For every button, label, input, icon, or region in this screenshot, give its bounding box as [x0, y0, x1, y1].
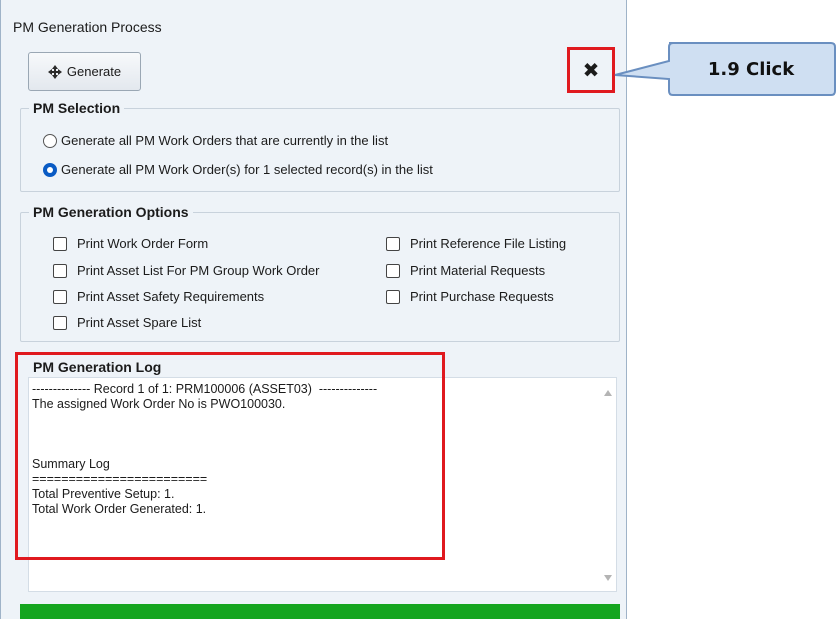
callout-annotation: 1.9 Click: [597, 41, 837, 97]
checkbox[interactable]: [386, 263, 400, 278]
checkbox-print-purchase-requests[interactable]: Print Purchase Requests: [386, 289, 554, 304]
radio-generate-selected-records[interactable]: Generate all PM Work Order(s) for 1 sele…: [43, 162, 433, 177]
checkbox[interactable]: [53, 289, 67, 304]
checkbox-label: Print Asset Safety Requirements: [77, 289, 265, 304]
pm-selection-title: PM Selection: [29, 100, 125, 116]
scroll-up-icon[interactable]: [604, 390, 612, 396]
checkbox-label: Print Material Requests: [410, 263, 546, 278]
checkbox-print-work-order-form[interactable]: Print Work Order Form: [53, 236, 208, 251]
checkbox-label: Print Reference File Listing: [410, 236, 567, 251]
checkbox[interactable]: [53, 236, 67, 251]
pm-generation-dialog: PM Generation Process Generate ✖ PM Sele…: [0, 0, 627, 619]
checkbox[interactable]: [53, 315, 67, 330]
callout-text: 1.9 Click: [707, 58, 795, 80]
log-highlight-annotation: [15, 352, 445, 560]
checkbox-label: Print Asset List For PM Group Work Order: [77, 263, 320, 278]
generate-button[interactable]: Generate: [28, 52, 141, 91]
checkbox[interactable]: [386, 236, 400, 251]
checkbox-label: Print Asset Spare List: [77, 315, 202, 330]
progress-bar: [20, 604, 620, 619]
checkbox-print-reference-file[interactable]: Print Reference File Listing: [386, 236, 566, 251]
pm-selection-group: PM Selection: [20, 100, 620, 192]
radio-label: Generate all PM Work Order(s) for 1 sele…: [61, 162, 433, 177]
checkbox-print-asset-list[interactable]: Print Asset List For PM Group Work Order: [53, 263, 320, 278]
checkbox[interactable]: [53, 263, 67, 278]
radio-button[interactable]: [43, 133, 57, 148]
window-title: PM Generation Process: [13, 19, 162, 35]
radio-label: Generate all PM Work Orders that are cur…: [61, 133, 389, 148]
generate-button-label: Generate: [66, 64, 122, 79]
crosshair-arrows-icon: [47, 64, 62, 79]
checkbox-label: Print Work Order Form: [77, 236, 209, 251]
radio-button-selected[interactable]: [43, 162, 57, 177]
radio-generate-all-in-list[interactable]: Generate all PM Work Orders that are cur…: [43, 133, 388, 148]
checkbox-label: Print Purchase Requests: [410, 289, 554, 304]
pm-options-title: PM Generation Options: [29, 204, 193, 220]
checkbox-print-asset-safety[interactable]: Print Asset Safety Requirements: [53, 289, 264, 304]
checkbox-print-asset-spare-list[interactable]: Print Asset Spare List: [53, 315, 201, 330]
scroll-down-icon[interactable]: [604, 575, 612, 581]
checkbox[interactable]: [386, 289, 400, 304]
checkbox-print-material-requests[interactable]: Print Material Requests: [386, 263, 545, 278]
